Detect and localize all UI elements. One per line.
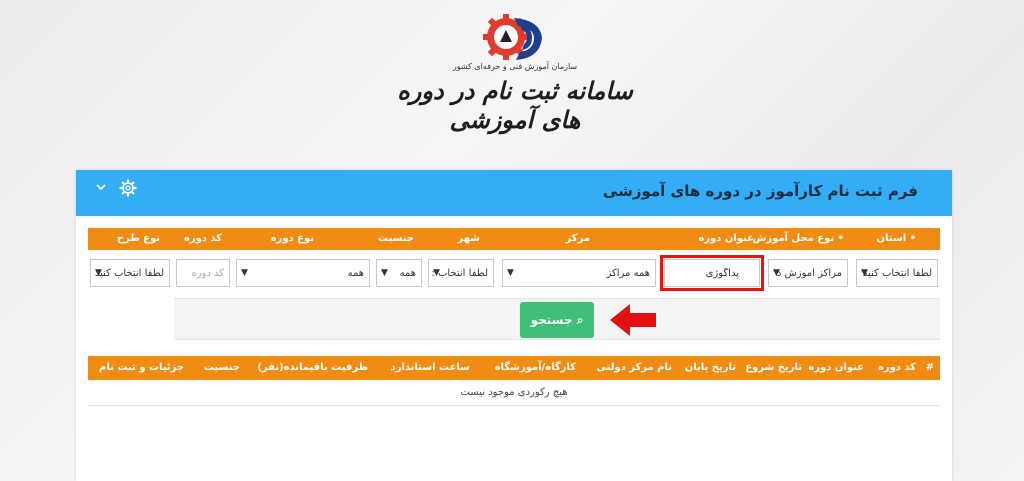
col-workshop: کارگاه/آموزشگاه	[494, 362, 576, 373]
center-select[interactable]: همه مراکز ▼	[502, 259, 656, 287]
col-end-date: تاریخ پایان	[684, 362, 736, 373]
gear-icon[interactable]	[118, 178, 138, 198]
chevron-down-icon: ▼	[773, 268, 780, 278]
col-gov-center: نام مرکز دولتی	[596, 362, 672, 373]
chevron-down-icon: ▼	[95, 268, 102, 278]
col-gender: جنسیت	[203, 362, 240, 373]
results-header-row: # کد دوره عنوان دوره تاریخ شروع تاریخ پا…	[88, 356, 940, 380]
center-value: همه مراکز	[606, 268, 650, 279]
col-standard-hours: ساعت استاندارد	[390, 362, 470, 373]
course-title-value: پداگوژی	[705, 268, 739, 279]
header-city: شهر	[457, 233, 480, 244]
chevron-down-icon: ▼	[241, 268, 248, 278]
plan-type-value: لطفا انتخاب کنید	[94, 268, 164, 279]
header-course-title: عنوان دوره	[698, 233, 754, 244]
gender-value: همه	[399, 268, 416, 279]
header-plan-type: نوع طرح	[116, 233, 160, 244]
col-index: #	[925, 362, 934, 373]
gender-select[interactable]: همه ▼	[376, 259, 422, 287]
course-code-input[interactable]: کد دوره	[176, 259, 230, 287]
chevron-down-icon: ▼	[861, 268, 868, 278]
header-training-place-type: • نوع محل آموزش	[752, 233, 844, 244]
registration-panel: فرم ثبت نام کارآموز در دوره های آموزشی •…	[76, 170, 952, 481]
header-course-type: نوع دوره	[270, 233, 314, 244]
province-value: لطفا انتخاب کنید	[862, 268, 932, 279]
col-remaining-capacity: ظرفیت باقیمانده(نفر)	[257, 362, 368, 373]
course-type-value: همه	[347, 268, 364, 279]
site-header: سازمان آموزش فنی و حرفه‌ای کشور سامانه ث…	[0, 6, 1024, 134]
training-place-type-select[interactable]: مراکز آموزش د ▼	[768, 259, 848, 287]
empty-results-message: هیچ رکوردی موجود نیست	[88, 380, 940, 406]
form-title: فرم ثبت نام کارآموز در دوره های آموزشی	[602, 182, 918, 200]
course-code-placeholder: کد دوره	[191, 268, 224, 279]
chevron-down-icon[interactable]	[96, 182, 106, 192]
logo-icon	[483, 14, 542, 60]
col-details-register: جزئیات و ثبت نام	[99, 362, 184, 373]
site-title: سامانه ثبت نام در دوره های آموزشی	[397, 76, 633, 134]
panel-header: فرم ثبت نام کارآموز در دوره های آموزشی	[76, 170, 952, 216]
header-gender: جنسیت	[377, 233, 414, 244]
training-place-type-value: مراکز آموزش د	[776, 268, 842, 279]
logo-subtitle: سازمان آموزش فنی و حرفه‌ای کشور	[452, 62, 578, 71]
filter-header-row: • استان • نوع محل آموزش عنوان دوره مرکز …	[88, 228, 940, 250]
header-course-code: کد دوره	[183, 233, 222, 244]
chevron-down-icon: ▼	[507, 268, 514, 278]
search-icon: ⌕	[572, 313, 584, 327]
province-select[interactable]: لطفا انتخاب کنید ▼	[856, 259, 938, 287]
col-start-date: تاریخ شروع	[745, 362, 802, 373]
header-center: مرکز	[565, 233, 590, 244]
plan-type-select[interactable]: لطفا انتخاب کنید ▼	[90, 259, 170, 287]
chevron-down-icon: ▼	[433, 268, 440, 278]
course-type-select[interactable]: همه ▼	[236, 259, 370, 287]
red-arrow-icon	[610, 304, 656, 336]
search-button[interactable]: ⌕ جستجو	[520, 302, 594, 338]
chevron-down-icon: ▼	[381, 268, 388, 278]
course-title-input[interactable]: پداگوژی	[660, 255, 764, 291]
col-course-title: عنوان دوره	[808, 362, 864, 373]
search-label: جستجو	[530, 313, 573, 327]
col-course-code: کد دوره	[877, 362, 916, 373]
city-select[interactable]: لطفا انتخاب : ▼	[428, 259, 494, 287]
header-province: • استان	[876, 233, 916, 244]
